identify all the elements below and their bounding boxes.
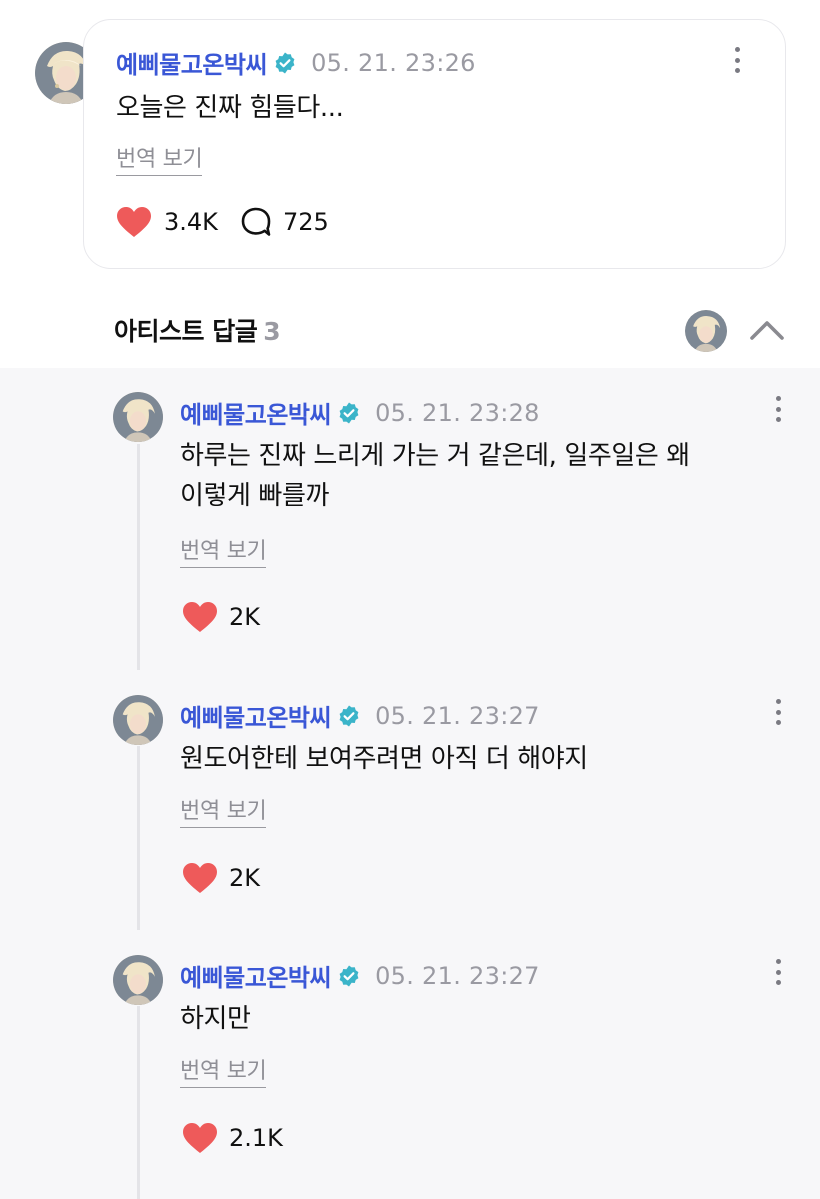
artist-replies-header: 아티스트 답글 3 xyxy=(114,312,281,348)
reply-translate-link[interactable]: 번역 보기 xyxy=(180,793,267,828)
reply-header: 예삐물고온박씨 05. 21. 23:27 xyxy=(180,958,540,993)
artist-post-page: 예삐물고온박씨 05. 21. 23:26 오늘은 진짜 힘들다... 번역 보… xyxy=(0,0,820,1199)
comment-bubble-icon xyxy=(241,207,271,236)
heart-icon xyxy=(183,602,217,632)
post-translate-link[interactable]: 번역 보기 xyxy=(116,141,203,176)
reply-header: 예삐물고온박씨 05. 21. 23:27 xyxy=(180,698,540,733)
reply-text-line: 이렇게 빠를까 xyxy=(180,481,329,511)
reply-author-avatar[interactable] xyxy=(113,695,163,745)
reply-like-count: 2K xyxy=(229,864,261,892)
thread-line xyxy=(137,746,140,930)
reply-timestamp: 05. 21. 23:27 xyxy=(375,701,540,730)
more-options-icon[interactable] xyxy=(774,699,782,725)
more-options-icon[interactable] xyxy=(774,959,782,985)
reply-like-count: 2.1K xyxy=(229,1124,283,1152)
reply-timestamp: 05. 21. 23:28 xyxy=(375,398,540,427)
reply-timestamp: 05. 21. 23:27 xyxy=(375,961,540,990)
verified-badge-icon xyxy=(337,401,361,425)
reply-author-avatar[interactable] xyxy=(113,955,163,1005)
post-card: 예삐물고온박씨 05. 21. 23:26 오늘은 진짜 힘들다... 번역 보… xyxy=(83,19,786,269)
reply-author-name[interactable]: 예삐물고온박씨 xyxy=(180,958,332,993)
post-timestamp: 05. 21. 23:26 xyxy=(311,48,476,77)
reply-author-name[interactable]: 예삐물고온박씨 xyxy=(180,395,332,430)
post-like-count: 3.4K xyxy=(164,208,218,236)
thread-line xyxy=(137,444,140,670)
post-comment-count: 725 xyxy=(283,208,329,236)
post-header: 예삐물고온박씨 05. 21. 23:26 xyxy=(116,45,476,80)
reply-translate-link[interactable]: 번역 보기 xyxy=(180,533,267,568)
reply-text-line: 원도어한테 보여주려면 아직 더 해야지 xyxy=(180,744,588,774)
thread-line xyxy=(137,1006,140,1199)
heart-icon xyxy=(117,207,151,237)
reply-like-button[interactable]: 2K xyxy=(182,601,260,633)
reply-like-button[interactable]: 2.1K xyxy=(182,1122,283,1154)
reply-like-count: 2K xyxy=(229,603,261,631)
verified-badge-icon xyxy=(337,964,361,988)
verified-badge-icon xyxy=(273,51,297,75)
reply-author-name[interactable]: 예삐물고온박씨 xyxy=(180,698,332,733)
verified-badge-icon xyxy=(337,704,361,728)
heart-icon xyxy=(183,863,217,893)
artist-avatar-small xyxy=(685,310,727,352)
post-comment-button[interactable]: 725 xyxy=(240,206,329,238)
heart-icon xyxy=(183,1123,217,1153)
artist-replies-count: 3 xyxy=(263,317,281,346)
reply-header: 예삐물고온박씨 05. 21. 23:28 xyxy=(180,395,540,430)
reply-like-button[interactable]: 2K xyxy=(182,862,260,894)
more-options-icon[interactable] xyxy=(774,396,782,422)
replies-section xyxy=(0,368,820,1199)
post-author-name[interactable]: 예삐물고온박씨 xyxy=(116,45,268,80)
reply-text-line: 하지만 xyxy=(180,1004,251,1034)
post-text: 오늘은 진짜 힘들다... xyxy=(116,93,344,123)
chevron-up-icon[interactable] xyxy=(748,316,786,342)
post-like-button[interactable]: 3.4K xyxy=(116,206,218,238)
reply-text-line: 하루는 진짜 느리게 가는 거 같은데, 일주일은 왜 xyxy=(180,441,690,471)
reply-translate-link[interactable]: 번역 보기 xyxy=(180,1053,267,1088)
reply-author-avatar[interactable] xyxy=(113,392,163,442)
more-options-icon[interactable] xyxy=(733,47,741,73)
artist-replies-title: 아티스트 답글 xyxy=(114,317,258,346)
